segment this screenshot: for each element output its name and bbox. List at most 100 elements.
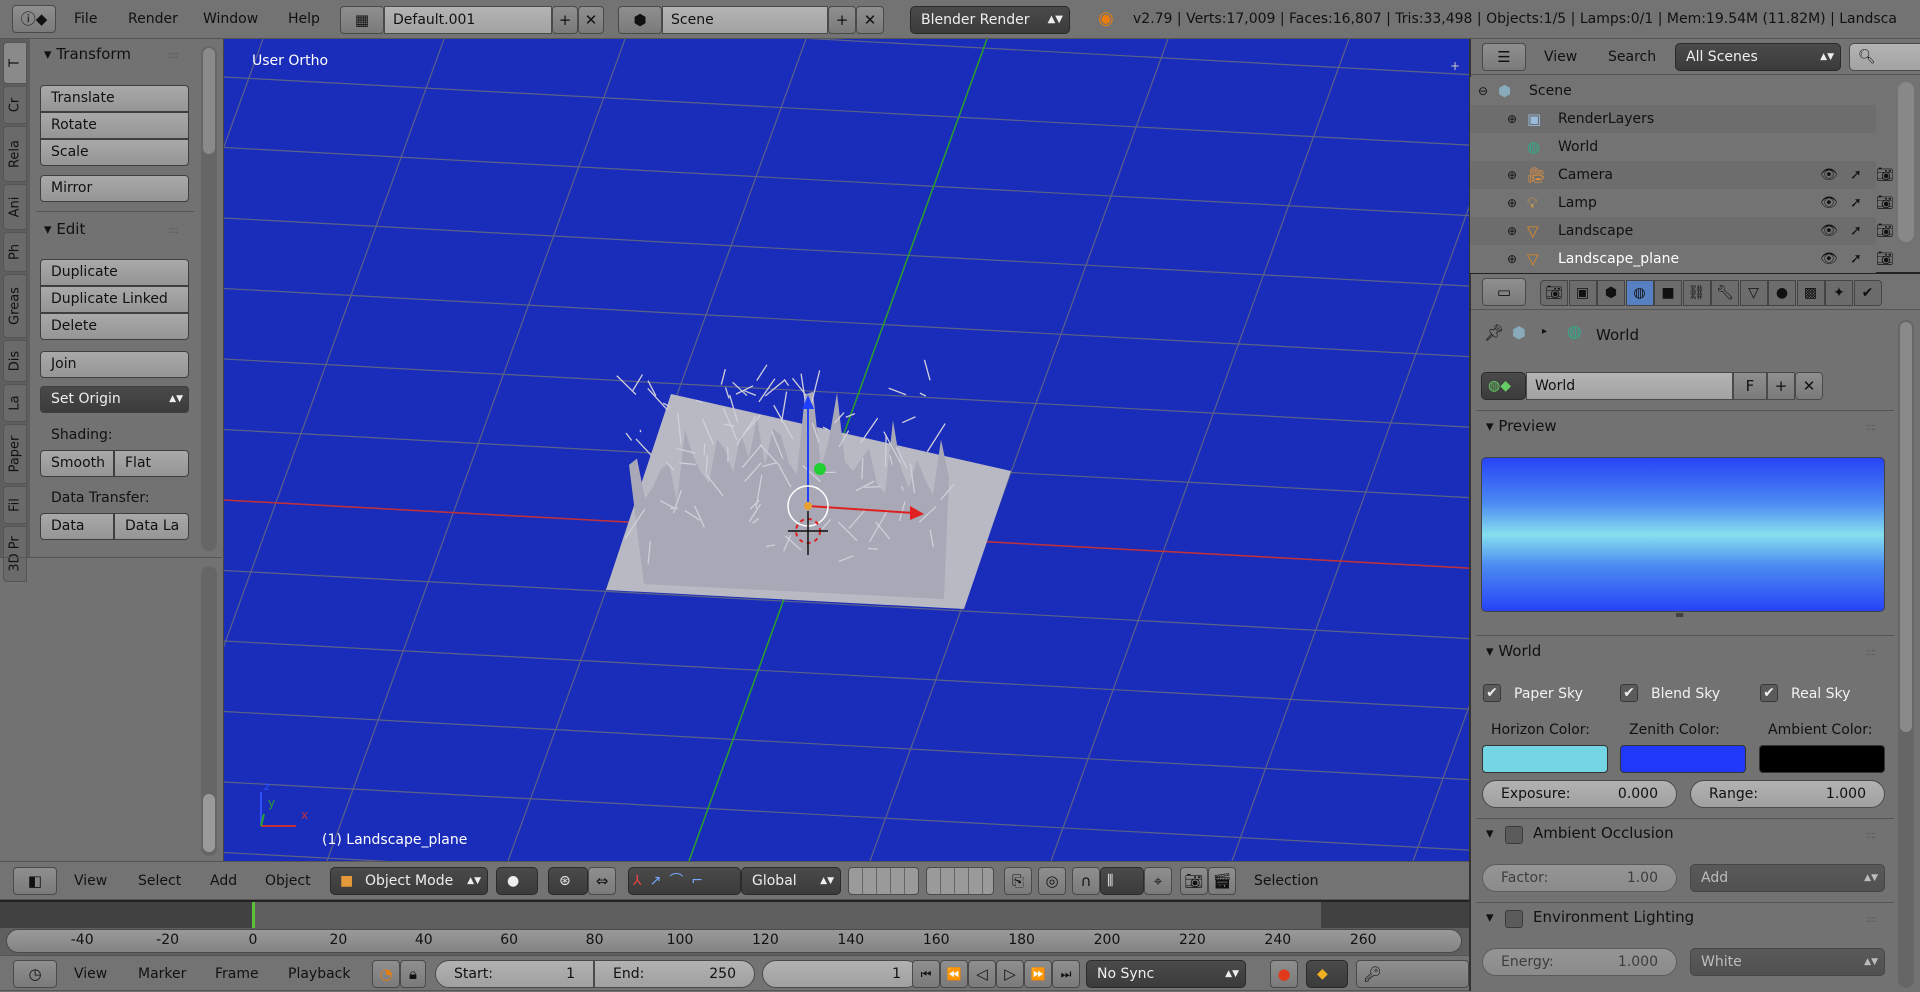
toolshelf-tab[interactable]: 3D Pr	[3, 526, 27, 582]
constraints-tab-icon[interactable]: ⛓︎	[1683, 280, 1711, 306]
outliner-item-name[interactable]: RenderLayers	[1558, 105, 1654, 133]
env-color-dropdown[interactable]: White▲▼	[1690, 948, 1885, 976]
toolshelf-tab[interactable]: Ani	[3, 184, 27, 230]
unlink-world-button[interactable]: ✕	[1795, 372, 1823, 400]
mirror-button[interactable]: Mirror	[40, 175, 189, 202]
menu-help[interactable]: Help	[288, 0, 320, 39]
toolshelf-tab[interactable]: Fil	[3, 486, 27, 524]
tool-options-scrollbar[interactable]	[201, 566, 217, 856]
env-energy-field[interactable]: Energy:1.000	[1482, 948, 1677, 976]
toolshelf-tab[interactable]: Greas	[3, 274, 27, 338]
add-layout-button[interactable]: +	[552, 6, 578, 34]
rotate-manipulator-icon[interactable]: ⌒	[669, 873, 691, 889]
outliner-scrollbar[interactable]	[1898, 82, 1914, 242]
menu-view[interactable]: View	[1544, 39, 1577, 75]
rotate-button[interactable]: Rotate	[40, 112, 189, 139]
translate-manipulator-icon[interactable]: ⅄	[633, 873, 650, 889]
screen-layout-icon[interactable]: ▦	[340, 6, 384, 34]
world-name-field[interactable]: World	[1526, 372, 1733, 400]
outliner-search-field[interactable]: 🔍︎	[1849, 43, 1920, 71]
snap-element-dropdown[interactable]: ⫼	[1100, 867, 1144, 895]
data-tab-icon[interactable]: ▽	[1740, 280, 1768, 306]
range-field[interactable]: Range:1.000	[1690, 780, 1885, 808]
record-icon[interactable]: ●	[1270, 960, 1298, 988]
resize-handle-icon[interactable]: ═	[1676, 608, 1683, 622]
delete-layout-button[interactable]: ✕	[578, 6, 604, 34]
blend-sky-checkbox[interactable]: ✔	[1620, 684, 1638, 702]
selectable-cursor-icon[interactable]: ➚	[1850, 245, 1862, 273]
snap-target-icon[interactable]: ⌖	[1144, 867, 1172, 895]
keying-set-field[interactable]: 🔑︎	[1356, 960, 1469, 988]
ao-panel-header[interactable]: ▾	[1486, 824, 1494, 842]
scene-selector-icon[interactable]: ⬢	[618, 6, 662, 34]
keying-set-dropdown[interactable]: ◆	[1306, 960, 1348, 988]
join-button[interactable]: Join	[40, 351, 189, 378]
editor-type-3d-icon[interactable]: ◧	[13, 867, 57, 895]
renderable-camera-icon[interactable]: 📷︎	[1876, 245, 1894, 273]
translate-button[interactable]: Translate	[40, 85, 189, 112]
toolshelf-tab[interactable]: Dis	[3, 340, 27, 382]
expand-icon[interactable]: ⊕	[1507, 217, 1517, 245]
sync-mode-dropdown[interactable]: No Sync▲▼	[1086, 960, 1246, 988]
toolshelf-tab[interactable]: Paper	[3, 424, 27, 484]
layers-group-2[interactable]	[926, 867, 994, 895]
object-tab-icon[interactable]: ■	[1654, 280, 1682, 306]
jump-keyframe-forward-icon[interactable]: ⏩	[1024, 960, 1052, 988]
current-frame-field[interactable]: 1	[762, 960, 920, 988]
editor-type-info-icon[interactable]: ⓘ◆	[12, 5, 56, 33]
screen-layout-field[interactable]: Default.001	[384, 6, 552, 34]
toolshelf-tab[interactable]: T	[3, 42, 27, 84]
visibility-eye-icon[interactable]: 👁︎	[1820, 245, 1838, 273]
panel-grip-icon[interactable]: ::::	[168, 225, 177, 236]
menu-render[interactable]: Render	[128, 0, 178, 39]
add-scene-button[interactable]: +	[828, 6, 856, 34]
duplicate-linked-button[interactable]: Duplicate Linked	[40, 286, 189, 313]
ambient-color-swatch[interactable]	[1759, 745, 1885, 773]
env-enable-checkbox[interactable]	[1505, 910, 1523, 928]
mode-dropdown[interactable]: ■Object Mode▲▼	[330, 867, 488, 895]
outliner-item-name[interactable]: Landscape	[1558, 217, 1633, 245]
collapse-icon[interactable]: ⊖	[1478, 77, 1488, 105]
outliner-row[interactable]: ⊕ 💡︎ Lamp👁︎➚📷︎	[1470, 189, 1876, 217]
outliner-item-name[interactable]: Scene	[1529, 77, 1572, 105]
lock-camera-icon[interactable]: ⎘	[1004, 867, 1032, 895]
particles-tab-icon[interactable]: ✦	[1825, 280, 1853, 306]
properties-scrollbar[interactable]	[1898, 320, 1914, 988]
scene-tab-icon[interactable]: ⬢	[1597, 280, 1625, 306]
renderable-camera-icon[interactable]: 📷︎	[1876, 217, 1894, 245]
timeline[interactable]	[0, 900, 1469, 955]
renderable-camera-icon[interactable]: 📷︎	[1876, 189, 1894, 217]
panel-grip-icon[interactable]: ::::	[1866, 830, 1875, 841]
data-layers-button[interactable]: Data La	[114, 513, 189, 540]
scale-manipulator-icon[interactable]: ⌐	[691, 873, 711, 889]
manipulator-toggle-icon[interactable]: ⇔	[588, 867, 616, 895]
paper-sky-checkbox[interactable]: ✔	[1483, 684, 1501, 702]
editor-type-outliner-icon[interactable]: ☰	[1482, 43, 1526, 71]
scale-button[interactable]: Scale	[40, 139, 189, 166]
translate-arrow-icon[interactable]: ↗	[650, 873, 670, 889]
outliner-item-name[interactable]: Camera	[1558, 161, 1613, 189]
toolshelf-tab[interactable]: La	[3, 384, 27, 422]
zenith-color-swatch[interactable]	[1620, 745, 1746, 773]
outliner-row[interactable]: ⊕ 🎥︎ Camera👁︎➚📷︎	[1470, 161, 1876, 189]
timeline-scrubber[interactable]	[6, 929, 1462, 953]
menu-frame[interactable]: Frame	[215, 956, 259, 992]
outliner-item-name[interactable]: Landscape_plane	[1558, 245, 1679, 273]
menu-search[interactable]: Search	[1608, 39, 1656, 75]
render-layers-tab-icon[interactable]: ▣	[1569, 280, 1597, 306]
panel-grip-icon[interactable]: ::::	[1866, 422, 1875, 433]
outliner-item-name[interactable]: Lamp	[1558, 189, 1597, 217]
editor-type-properties-icon[interactable]: ▭	[1482, 278, 1526, 306]
menu-add[interactable]: Add	[210, 862, 237, 901]
preview-range-icon[interactable]: ◔	[372, 960, 400, 988]
preview-panel-header[interactable]: ▾ Preview	[1486, 417, 1557, 435]
panel-grip-icon[interactable]: ::::	[1866, 647, 1875, 658]
pin-icon[interactable]: 📌︎	[1484, 323, 1504, 342]
jump-keyframe-back-icon[interactable]: ⏪	[940, 960, 968, 988]
world-tab-icon[interactable]: ◍	[1626, 280, 1654, 306]
transform-orientation-dropdown[interactable]: Global▲▼	[741, 867, 841, 895]
expand-icon[interactable]: ⊕	[1507, 105, 1517, 133]
play-reverse-icon[interactable]: ◁	[968, 960, 996, 988]
menu-select[interactable]: Select	[138, 862, 181, 901]
modifiers-tab-icon[interactable]: 🔧︎	[1711, 280, 1739, 306]
